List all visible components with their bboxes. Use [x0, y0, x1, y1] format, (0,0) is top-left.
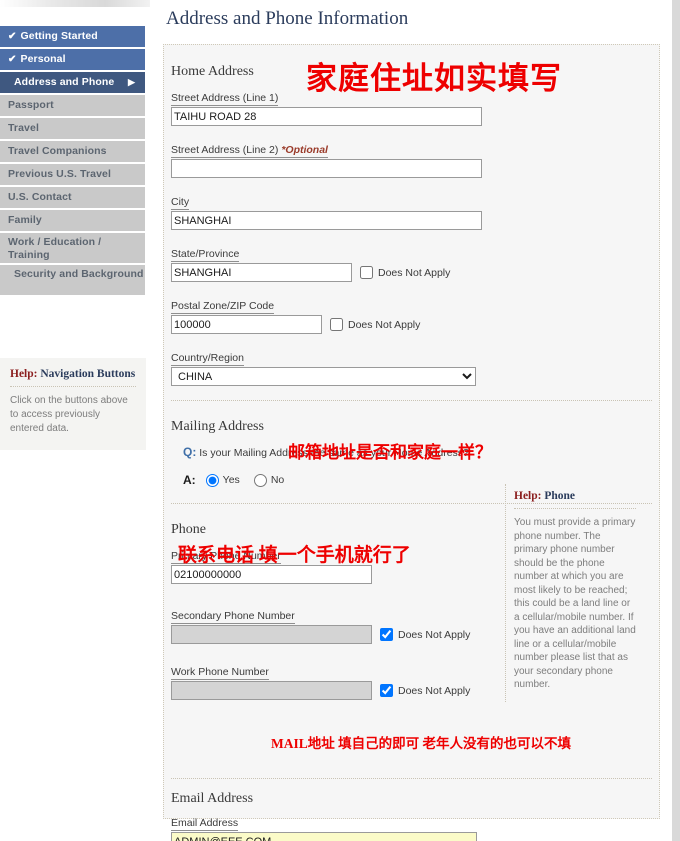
mailing-address-heading: Mailing Address [171, 419, 264, 434]
check-icon: ✔ [8, 54, 17, 65]
divider-after-phone [171, 778, 652, 779]
sidebar-item-address-and-phone[interactable]: Address and Phone ▶ [0, 72, 145, 93]
work-phone-does-not-apply-label: Does Not Apply [398, 684, 471, 697]
state-does-not-apply[interactable]: Does Not Apply [360, 266, 450, 279]
street-address-line1-label: Street Address (Line 1) [171, 92, 279, 106]
sidebar-item-label: Personal [20, 53, 66, 65]
sidebar-item-family[interactable]: Family [0, 210, 145, 231]
sidebar-item-personal[interactable]: ✔ Personal [0, 49, 145, 70]
mailing-same-yes-radio[interactable] [205, 473, 219, 487]
sidebar-item-label: Passport [8, 99, 54, 111]
sidebar-navigation: ✔ Getting Started ✔ Personal Address and P… [0, 26, 145, 297]
help-topic: Phone [541, 490, 576, 502]
street-address-line1-row: Street Address (Line 1) [171, 88, 652, 126]
state-province-row: State/Province Does Not Apply [171, 244, 652, 282]
postal-code-row: Postal Zone/ZIP Code Does Not Apply [171, 296, 652, 334]
secondary-phone-input[interactable] [171, 625, 372, 644]
sidebar-item-label: Getting Started [20, 30, 98, 42]
state-does-not-apply-label: Does Not Apply [378, 266, 451, 279]
work-phone-does-not-apply-checkbox[interactable] [380, 684, 393, 697]
help-phone-title: Help: Phone [514, 490, 636, 509]
secondary-phone-label: Secondary Phone Number [171, 610, 295, 624]
page-title: Address and Phone Information [166, 8, 409, 29]
help-label: Help: [514, 490, 542, 502]
sidebar-item-label: Work / Education / Training [8, 236, 102, 261]
sidebar-item-label: U.S. Contact [8, 191, 72, 203]
sidebar-item-work-education-training[interactable]: Work / Education / Training [0, 233, 145, 263]
mailing-same-yes-label: Yes [222, 474, 240, 486]
email-address-label: Email Address [171, 817, 239, 831]
postal-does-not-apply[interactable]: Does Not Apply [330, 318, 420, 331]
street-address-line1-input[interactable] [171, 107, 482, 126]
mailing-address-question: Is your Mailing Address the same as your… [199, 447, 469, 459]
city-row: City [171, 192, 652, 230]
work-phone-does-not-apply[interactable]: Does Not Apply [380, 684, 470, 697]
primary-phone-input[interactable] [171, 565, 372, 584]
country-region-label: Country/Region [171, 352, 244, 366]
check-icon: ✔ [8, 31, 17, 42]
work-phone-input[interactable] [171, 681, 372, 700]
sidebar-item-passport[interactable]: Passport [0, 95, 145, 116]
work-phone-label: Work Phone Number [171, 666, 269, 680]
help-navigation-title: Help: Navigation Buttons [10, 368, 136, 387]
sidebar-item-label: Security and Background [14, 268, 144, 280]
state-province-label: State/Province [171, 248, 240, 262]
sidebar-item-us-contact[interactable]: U.S. Contact [0, 187, 145, 208]
postal-does-not-apply-label: Does Not Apply [348, 318, 421, 331]
sidebar-item-travel-companions[interactable]: Travel Companions [0, 141, 145, 162]
mailing-same-no[interactable]: No [253, 473, 285, 487]
question-marker: Q: [183, 445, 197, 459]
top-gradient-strip [0, 0, 150, 7]
postal-code-label: Postal Zone/ZIP Code [171, 300, 275, 314]
help-topic: Navigation Buttons [37, 368, 136, 380]
secondary-phone-does-not-apply[interactable]: Does Not Apply [380, 628, 470, 641]
mailing-same-no-radio[interactable] [253, 473, 267, 487]
divider-after-home-address [171, 400, 652, 401]
mailing-address-question-row: Q: Is your Mailing Address the same as y… [183, 445, 652, 459]
sidebar-item-label: Travel Companions [8, 145, 107, 157]
sidebar-item-label: Family [8, 214, 42, 226]
secondary-phone-does-not-apply-checkbox[interactable] [380, 628, 393, 641]
help-navigation-body: Click on the buttons above to access pre… [10, 395, 128, 434]
street-address-line2-text: Street Address (Line 2) [171, 144, 282, 156]
right-scroll-rail[interactable] [672, 0, 680, 841]
mailing-same-no-label: No [270, 474, 285, 486]
secondary-phone-does-not-apply-label: Does Not Apply [398, 628, 471, 641]
help-navigation-buttons-panel: Help: Navigation Buttons Click on the bu… [0, 358, 146, 450]
email-address-input[interactable] [171, 832, 477, 841]
street-address-line2-row: Street Address (Line 2) *Optional [171, 140, 652, 178]
optional-marker: *Optional [281, 144, 328, 156]
mailing-same-yes[interactable]: Yes [205, 473, 240, 487]
chevron-right-icon: ▶ [127, 77, 135, 87]
help-label: Help: [10, 368, 38, 380]
postal-does-not-apply-checkbox[interactable] [330, 318, 343, 331]
sidebar-item-label: Previous U.S. Travel [8, 168, 111, 180]
sidebar-item-label: Travel [8, 122, 39, 134]
help-phone-panel: Help: Phone You must provide a primary p… [505, 484, 644, 702]
street-address-line2-label: Street Address (Line 2) *Optional [171, 144, 328, 158]
state-province-input[interactable] [171, 263, 352, 282]
primary-phone-label: Primary Phone Number [171, 550, 281, 564]
form-content: Home Address Street Address (Line 1) Str… [171, 44, 652, 841]
sidebar-item-security-and-background[interactable]: Security and Background [0, 265, 145, 295]
city-input[interactable] [171, 211, 482, 230]
state-does-not-apply-checkbox[interactable] [360, 266, 373, 279]
sidebar-item-previous-us-travel[interactable]: Previous U.S. Travel [0, 164, 145, 185]
street-address-line2-input[interactable] [171, 159, 482, 178]
postal-code-input[interactable] [171, 315, 322, 334]
help-phone-body: You must provide a primary phone number.… [514, 517, 636, 690]
city-label: City [171, 196, 190, 210]
country-region-select[interactable]: CHINA [171, 367, 476, 386]
sidebar-item-travel[interactable]: Travel [0, 118, 145, 139]
sidebar-item-label: Address and Phone [14, 76, 115, 88]
home-address-heading: Home Address [171, 64, 254, 79]
sidebar-item-getting-started[interactable]: ✔ Getting Started [0, 26, 145, 47]
answer-marker: A: [183, 473, 196, 487]
country-region-row: Country/Region CHINA [171, 348, 652, 386]
email-address-heading: Email Address [171, 791, 254, 806]
email-address-row: Email Address (e.g., emailaddress@exampl… [171, 813, 652, 841]
ceac-visa-form-page: ✔ Getting Started ✔ Personal Address and P… [0, 0, 680, 841]
